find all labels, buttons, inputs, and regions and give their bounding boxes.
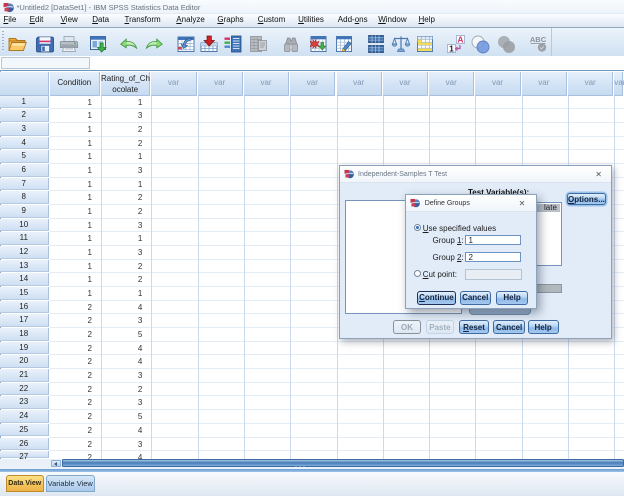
svg-text:1: 1 [449,43,454,53]
svg-text:A: A [457,34,463,44]
svg-text:ABC: ABC [530,35,547,44]
